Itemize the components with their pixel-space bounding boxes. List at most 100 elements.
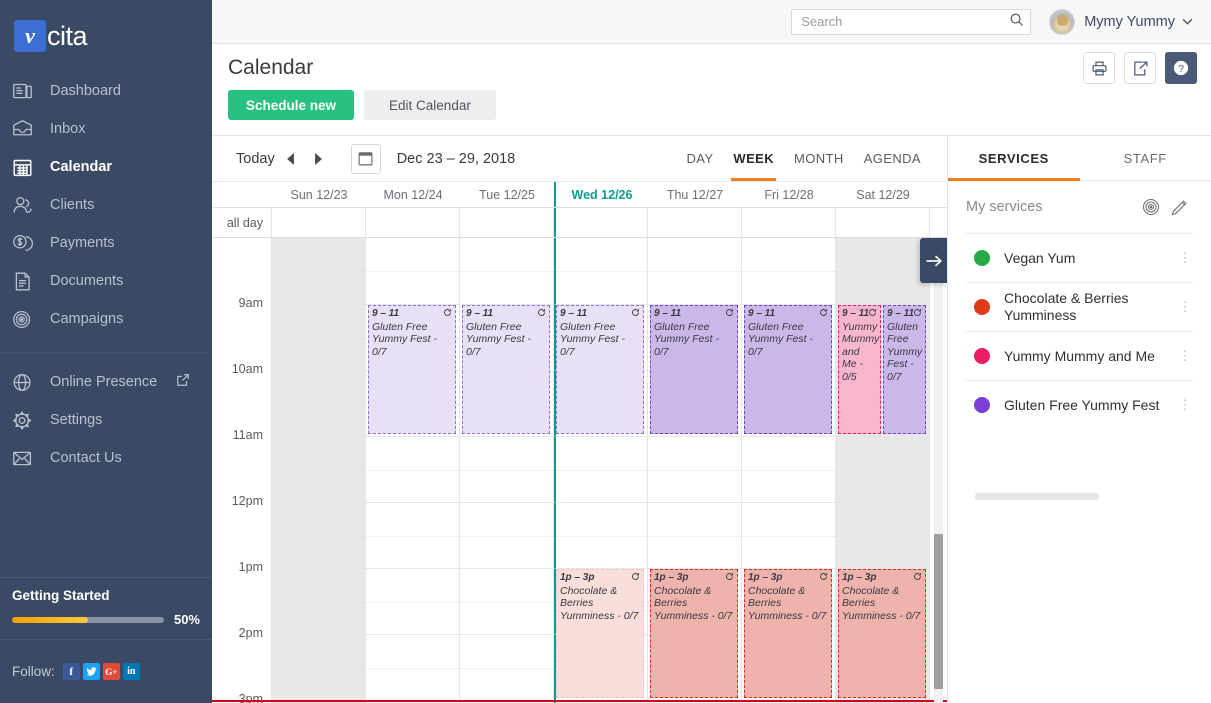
calendar-event[interactable]: 9 – 11 Gluten Free Yummy Fest - 0/7 [744,305,832,434]
calendar-event[interactable]: 9 – 11 Gluten Free Yummy Fest - 0/7 [368,305,456,434]
pencil-icon[interactable] [1165,193,1193,221]
calendar-cell[interactable] [648,502,742,568]
share-export-icon[interactable] [1124,52,1156,84]
calendar-cell[interactable] [460,502,554,568]
calendar-cell[interactable] [836,436,930,502]
chevron-down-icon[interactable] [1182,16,1193,28]
getting-started-panel[interactable]: Getting Started 50% [0,577,212,640]
all-day-cell[interactable] [554,208,648,237]
calendar-cell[interactable] [272,568,366,634]
sidebar-item-contact-us[interactable]: Contact Us [0,439,212,477]
calendar-cell[interactable] [460,238,554,304]
target-icon[interactable] [1137,193,1165,221]
sidebar-item-online-presence[interactable]: Online Presence [0,363,212,401]
logo[interactable]: v cita [0,0,212,72]
calendar-cell[interactable] [272,304,366,370]
google-plus-icon[interactable]: G+ [102,663,120,680]
service-menu-icon[interactable]: ⋮ [1177,299,1193,315]
sidebar-item-clients[interactable]: Clients [0,186,212,224]
calendar-cell[interactable] [272,502,366,568]
all-day-cell[interactable] [836,208,930,237]
calendar-event[interactable]: 9 – 11 Gluten Free Yummy Fest - 0/7 [462,305,550,434]
calendar-cell[interactable] [272,238,366,304]
all-day-cell[interactable] [742,208,836,237]
day-header-wed[interactable]: Wed 12/26 [554,182,648,207]
next-week-button[interactable] [920,238,947,283]
calendar-event[interactable]: 9 – 11 Yummy Mummy and Me - 0/5 [838,305,881,434]
calendar-cell[interactable] [554,502,648,568]
service-item[interactable]: Gluten Free Yummy Fest ⋮ [966,380,1193,429]
search-input[interactable] [801,14,1010,29]
all-day-cell[interactable] [648,208,742,237]
all-day-cell[interactable] [366,208,460,237]
calendar-cell[interactable] [272,634,366,700]
calendar-cell[interactable] [742,502,836,568]
sidebar-item-calendar[interactable]: Calendar [0,148,212,186]
calendar-cell[interactable] [366,238,460,304]
calendar-event[interactable]: 9 – 11 Gluten Free Yummy Fest - 0/7 [883,305,926,434]
calendar-cell[interactable] [648,238,742,304]
calendar-event[interactable]: 1p – 3p Chocolate & Berries Yumminess - 0… [838,569,926,698]
tab-services[interactable]: SERVICES [948,136,1080,181]
facebook-icon[interactable]: f [62,663,80,680]
search-icon[interactable] [1009,12,1024,32]
view-agenda[interactable]: AGENDA [854,136,931,181]
service-menu-icon[interactable]: ⋮ [1177,397,1193,413]
sidebar-item-dashboard[interactable]: Dashboard [0,72,212,110]
day-header-tue[interactable]: Tue 12/25 [460,182,554,207]
calendar-cell[interactable] [460,568,554,634]
calendar-cell[interactable] [742,238,836,304]
calendar-cell[interactable] [460,436,554,502]
service-item[interactable]: Chocolate & Berries Yumminess ⋮ [966,282,1193,331]
day-header-thu[interactable]: Thu 12/27 [648,182,742,207]
next-week-icon[interactable] [307,147,331,171]
all-day-cell[interactable] [272,208,366,237]
calendar-scrollbar-thumb[interactable] [934,534,943,689]
print-icon[interactable] [1083,52,1115,84]
calendar-cell[interactable] [272,436,366,502]
today-button[interactable]: Today [236,151,275,167]
services-scrollbar[interactable] [975,493,1099,500]
calendar-cell[interactable] [366,568,460,634]
calendar-scroll-area[interactable]: 9am 10am 11am 12pm 1pm 2pm 3pm 9 – 11 Gluten Fre… [212,238,947,703]
calendar-cell[interactable] [554,436,648,502]
all-day-cell[interactable] [460,208,554,237]
calendar-cell[interactable] [836,238,930,304]
calendar-cell[interactable] [460,634,554,700]
day-header-fri[interactable]: Fri 12/28 [742,182,836,207]
external-link-icon[interactable] [176,373,190,391]
sidebar-item-campaigns[interactable]: Campaigns [0,300,212,338]
day-header-sat[interactable]: Sat 12/29 [836,182,930,207]
prev-week-icon[interactable] [279,147,303,171]
user-menu[interactable]: Mymy Yummy [1049,8,1193,35]
sidebar-item-inbox[interactable]: Inbox [0,110,212,148]
sidebar-item-settings[interactable]: Settings [0,401,212,439]
day-header-mon[interactable]: Mon 12/24 [366,182,460,207]
help-icon[interactable]: ? [1165,52,1197,84]
calendar-event[interactable]: 9 – 11 Gluten Free Yummy Fest - 0/7 [556,305,644,434]
date-picker-icon[interactable] [350,143,381,174]
edit-calendar-button[interactable]: Edit Calendar [364,90,496,120]
calendar-cell[interactable] [366,436,460,502]
twitter-icon[interactable] [82,663,100,680]
calendar-event[interactable]: 9 – 11 Gluten Free Yummy Fest - 0/7 [650,305,738,434]
calendar-event[interactable]: 1p – 3p Chocolate & Berries Yumminess - 0… [650,569,738,698]
calendar-cell[interactable] [366,634,460,700]
schedule-new-button[interactable]: Schedule new [228,90,355,120]
view-week[interactable]: WEEK [723,136,784,181]
calendar-cell[interactable] [836,502,930,568]
calendar-cell[interactable] [554,238,648,304]
calendar-cell[interactable] [648,436,742,502]
linkedin-icon[interactable]: in [122,663,140,680]
calendar-cell[interactable] [366,502,460,568]
service-menu-icon[interactable]: ⋮ [1177,348,1193,364]
tab-staff[interactable]: STAFF [1080,136,1211,180]
calendar-cell[interactable] [742,436,836,502]
view-day[interactable]: DAY [676,136,723,181]
service-menu-icon[interactable]: ⋮ [1177,250,1193,266]
calendar-cell[interactable] [272,370,366,436]
sidebar-item-documents[interactable]: Documents [0,262,212,300]
day-header-sun[interactable]: Sun 12/23 [272,182,366,207]
search-box[interactable] [791,8,1032,35]
service-item[interactable]: Yummy Mummy and Me ⋮ [966,331,1193,380]
